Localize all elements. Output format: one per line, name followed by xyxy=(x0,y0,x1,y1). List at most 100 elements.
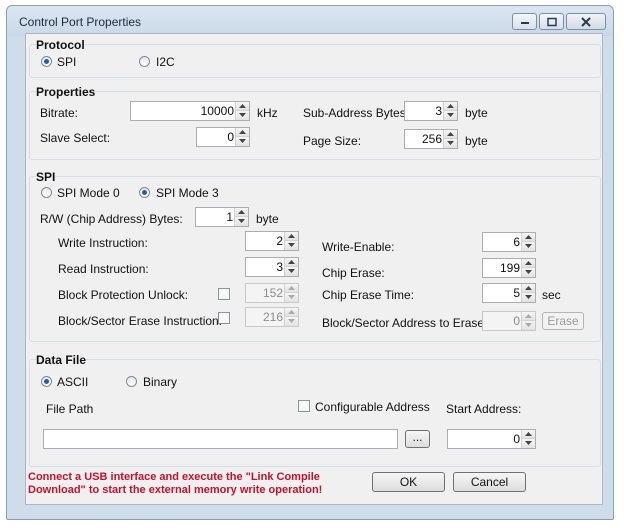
chip-erase-stepper[interactable]: 199 xyxy=(482,258,536,278)
file-path-input[interactable] xyxy=(43,429,398,449)
block-sector-address-label: Block/Sector Address to Erase: xyxy=(322,316,488,330)
block-sector-erase-label: Block/Sector Erase Instruction: xyxy=(58,314,223,328)
minimize-button[interactable] xyxy=(512,13,537,30)
arrow-down-icon xyxy=(238,219,245,223)
write-instruction-up-arrow[interactable] xyxy=(285,232,298,241)
arrow-up-icon xyxy=(239,130,246,134)
arrow-down-icon xyxy=(288,243,295,247)
chip-erase-time-up-arrow[interactable] xyxy=(522,284,535,293)
read-instruction-stepper[interactable]: 3 xyxy=(245,257,299,277)
sub-address-bytes-up-arrow[interactable] xyxy=(444,102,457,111)
protocol-spi-label: SPI xyxy=(57,55,77,69)
block-protection-unlock-checkbox[interactable] xyxy=(218,288,230,300)
properties-group xyxy=(29,91,601,160)
arrow-up-icon xyxy=(525,235,532,239)
block-sector-address-value: 0 xyxy=(513,314,520,328)
slave-select-label: Slave Select: xyxy=(40,131,111,145)
chip-erase-time-value: 5 xyxy=(513,286,520,300)
page-size-up-arrow[interactable] xyxy=(444,130,457,139)
page-size-stepper[interactable]: 256 xyxy=(404,129,458,149)
ok-button[interactable]: OK xyxy=(372,472,445,492)
slave-select-down-arrow[interactable] xyxy=(236,137,249,146)
spi-mode-0-radio[interactable] xyxy=(41,187,52,198)
write-enable-down-arrow[interactable] xyxy=(522,242,535,251)
block-sector-erase-checkbox[interactable] xyxy=(218,312,230,324)
read-instruction-value: 3 xyxy=(276,260,283,274)
rw-bytes-value: 1 xyxy=(226,210,233,224)
title-bar[interactable]: Control Port Properties xyxy=(7,6,613,36)
sub-address-bytes-stepper[interactable]: 3 xyxy=(404,101,458,121)
arrow-up-icon xyxy=(525,286,532,290)
arrow-down-icon xyxy=(288,295,295,299)
configurable-address-label: Configurable Address xyxy=(315,400,430,414)
protocol-radio-i2c[interactable] xyxy=(139,56,150,67)
read-instruction-label: Read Instruction: xyxy=(58,262,149,276)
browse-button[interactable]: ... xyxy=(405,430,430,448)
arrow-down-icon xyxy=(239,113,246,117)
arrow-down-icon xyxy=(525,244,532,248)
data-file-group-title: Data File xyxy=(36,353,87,367)
bitrate-unit: kHz xyxy=(257,106,278,120)
page-size-unit: byte xyxy=(465,134,488,148)
chip-erase-down-arrow[interactable] xyxy=(522,268,535,277)
sub-address-bytes-down-arrow[interactable] xyxy=(444,111,457,120)
chip-erase-time-down-arrow[interactable] xyxy=(522,293,535,302)
maximize-button[interactable] xyxy=(539,13,564,30)
properties-group-title: Properties xyxy=(36,85,96,99)
slave-select-stepper[interactable]: 0 xyxy=(196,127,250,147)
read-instruction-down-arrow[interactable] xyxy=(285,267,298,276)
chip-erase-time-unit: sec xyxy=(542,288,561,302)
read-instruction-up-arrow[interactable] xyxy=(285,258,298,267)
block-sector-erase-value: 216 xyxy=(262,310,283,324)
bitrate-label: Bitrate: xyxy=(40,106,79,120)
arrow-up-icon xyxy=(447,132,454,136)
arrow-up-icon xyxy=(525,432,532,436)
arrow-down-icon xyxy=(447,113,454,117)
protocol-group xyxy=(29,44,601,78)
spi-mode-0-label: SPI Mode 0 xyxy=(57,186,120,200)
block-sector-erase-stepper: 216 xyxy=(245,307,299,327)
arrow-down-icon xyxy=(525,323,532,327)
start-address-stepper[interactable]: 0 xyxy=(447,429,536,449)
bitrate-value: 10000 xyxy=(200,104,234,118)
arrow-up-icon xyxy=(525,314,532,318)
cancel-button[interactable]: Cancel xyxy=(453,472,526,492)
configurable-address-checkbox[interactable] xyxy=(298,400,310,412)
arrow-down-icon xyxy=(525,270,532,274)
bitrate-stepper[interactable]: 10000 xyxy=(130,101,250,121)
close-button[interactable] xyxy=(566,13,606,30)
write-enable-up-arrow[interactable] xyxy=(522,233,535,242)
start-address-down-arrow[interactable] xyxy=(522,439,535,448)
arrow-up-icon xyxy=(288,310,295,314)
chip-erase-time-stepper[interactable]: 5 xyxy=(482,283,536,303)
rw-bytes-stepper[interactable]: 1 xyxy=(195,207,249,227)
block-protection-unlock-label: Block Protection Unlock: xyxy=(58,288,189,302)
rw-bytes-up-arrow[interactable] xyxy=(235,208,248,217)
protocol-i2c-label: I2C xyxy=(156,55,175,69)
slave-select-value: 0 xyxy=(227,130,234,144)
block-sector-address-stepper: 0 xyxy=(482,311,536,331)
page-size-label: Page Size: xyxy=(303,134,362,148)
sub-address-bytes-unit: byte xyxy=(465,106,488,120)
chip-erase-up-arrow[interactable] xyxy=(522,259,535,268)
sub-address-bytes-value: 3 xyxy=(435,104,442,118)
rw-bytes-unit: byte xyxy=(256,212,279,226)
block-protection-unlock-up-arrow xyxy=(285,284,298,293)
start-address-up-arrow[interactable] xyxy=(522,430,535,439)
bitrate-down-arrow[interactable] xyxy=(236,111,249,120)
page-size-value: 256 xyxy=(421,132,442,146)
write-instruction-stepper[interactable]: 2 xyxy=(245,231,299,251)
block-protection-unlock-stepper: 152 xyxy=(245,283,299,303)
write-instruction-down-arrow[interactable] xyxy=(285,241,298,250)
write-enable-stepper[interactable]: 6 xyxy=(482,232,536,252)
rw-bytes-down-arrow[interactable] xyxy=(235,217,248,226)
format-binary-radio[interactable] xyxy=(126,376,137,387)
bitrate-up-arrow[interactable] xyxy=(236,102,249,111)
protocol-radio-spi[interactable] xyxy=(41,56,52,67)
arrow-down-icon xyxy=(525,441,532,445)
page-size-down-arrow[interactable] xyxy=(444,139,457,148)
spi-mode-3-radio[interactable] xyxy=(139,187,150,198)
format-ascii-radio[interactable] xyxy=(41,376,52,387)
block-sector-address-up-arrow xyxy=(522,312,535,321)
slave-select-up-arrow[interactable] xyxy=(236,128,249,137)
